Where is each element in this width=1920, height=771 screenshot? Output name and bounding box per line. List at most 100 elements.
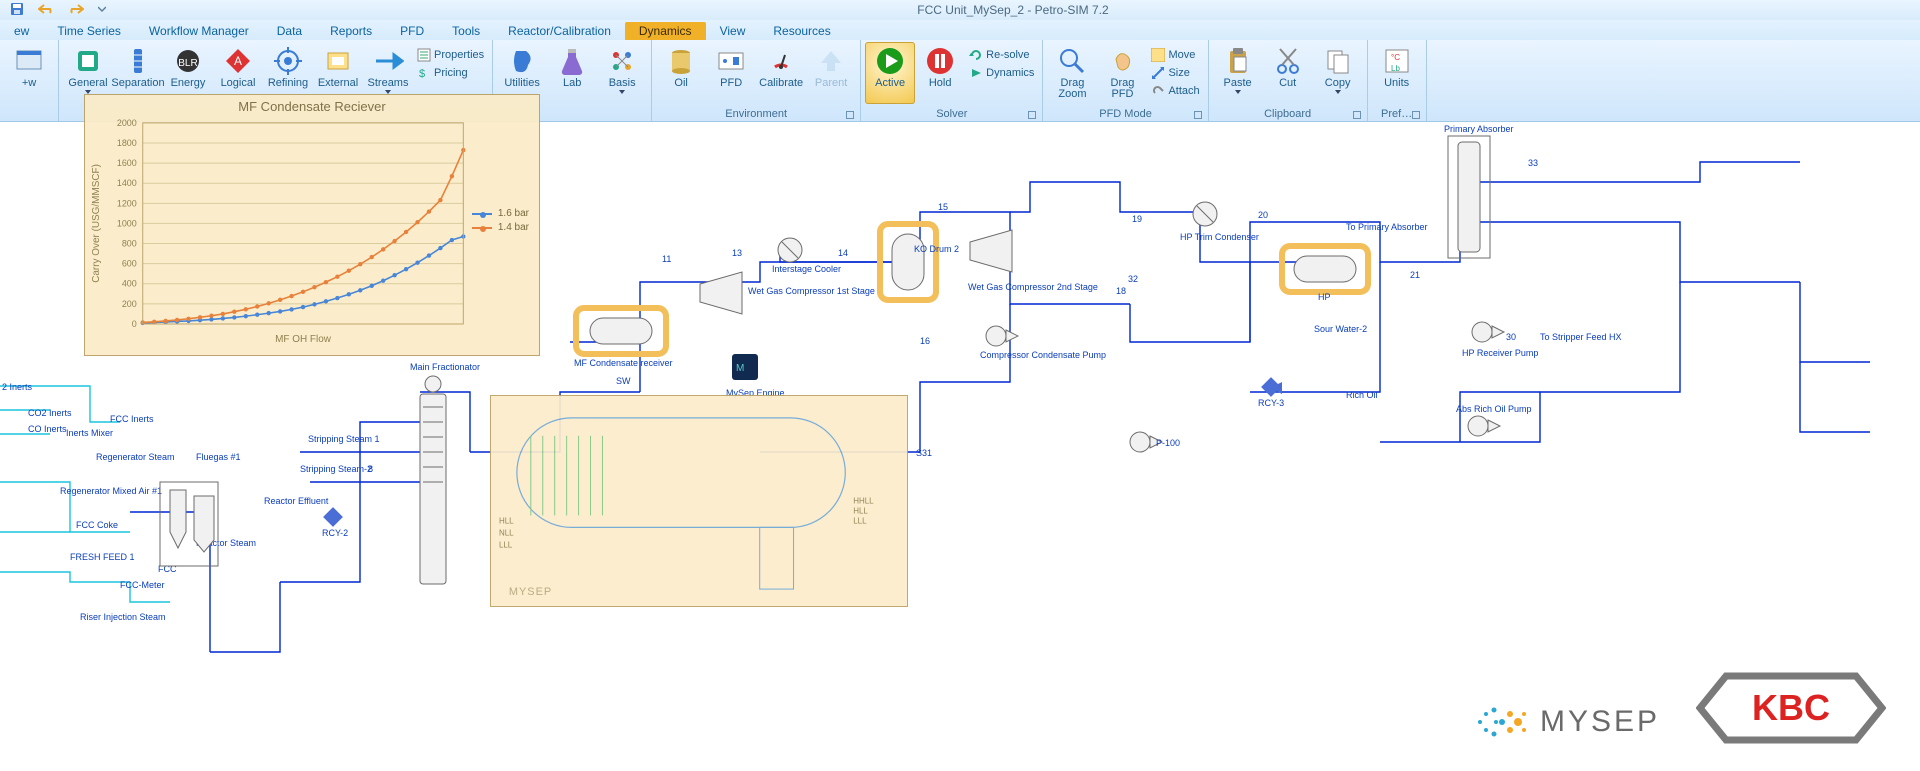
svg-text:Lb: Lb <box>1391 64 1400 73</box>
ribbon-lab-button[interactable]: Lab <box>547 42 597 104</box>
svg-text:RCY-2: RCY-2 <box>322 528 348 538</box>
ribbon-pfd-button[interactable]: PFD <box>706 42 756 104</box>
svg-text:Inerts Mixer: Inerts Mixer <box>66 428 113 438</box>
move-icon <box>1151 48 1165 62</box>
energy-icon: BLR <box>172 45 204 77</box>
pricing-icon: $ <box>417 66 431 80</box>
separation-icon <box>122 45 154 77</box>
kbc-logo: KBC <box>1696 668 1886 748</box>
svg-text:200: 200 <box>122 299 137 309</box>
svg-text:FRESH FEED 1: FRESH FEED 1 <box>70 552 135 562</box>
svg-text:Carry Over (USG/MMSCF): Carry Over (USG/MMSCF) <box>91 164 102 283</box>
ribbon-cut-button[interactable]: Cut <box>1263 42 1313 104</box>
svg-text:HP Receiver Pump: HP Receiver Pump <box>1462 348 1538 358</box>
ribbon-size-button[interactable]: Size <box>1147 64 1203 82</box>
svg-text:800: 800 <box>122 239 137 249</box>
svg-text:600: 600 <box>122 259 137 269</box>
svg-text:BLR: BLR <box>178 58 197 69</box>
svg-text:To Primary Absorber: To Primary Absorber <box>1346 222 1428 232</box>
ribbon-re-solve-button[interactable]: Re-solve <box>965 46 1038 64</box>
ribbon-pricing-button[interactable]: $Pricing <box>413 64 488 82</box>
re-solve-icon <box>969 48 983 62</box>
ribbon-move-button[interactable]: Move <box>1147 46 1203 64</box>
menu-tab-workflow-manager[interactable]: Workflow Manager <box>135 22 263 40</box>
-w-icon <box>13 45 45 77</box>
ribbon-basis-button[interactable]: Basis <box>597 42 647 104</box>
window-title: FCC Unit_MySep_2 - Petro-SIM 7.2 <box>106 3 1920 17</box>
ribbon-drag-pfd-button[interactable]: DragPFD <box>1097 42 1147 104</box>
svg-text:1800: 1800 <box>117 138 137 148</box>
menu-tab-reactor-calibration[interactable]: Reactor/Calibration <box>494 22 625 40</box>
svg-text:18: 18 <box>1116 286 1126 296</box>
menu-tab-time-series[interactable]: Time Series <box>43 22 135 40</box>
svg-text:MF OH Flow: MF OH Flow <box>275 334 332 345</box>
svg-text:15: 15 <box>938 202 948 212</box>
svg-text:°C: °C <box>1391 53 1400 62</box>
vessel-drawing-overlay: HLL NLL LLL HHLL HLL LLL MYSEP <box>490 395 908 607</box>
svg-text:16: 16 <box>920 336 930 346</box>
ribbon-hold-button[interactable]: Hold <box>915 42 965 104</box>
svg-text:Riser Injection Steam: Riser Injection Steam <box>80 612 166 622</box>
svg-text:Wet Gas Compressor 2nd Stage: Wet Gas Compressor 2nd Stage <box>968 282 1098 292</box>
svg-text:19: 19 <box>1132 214 1142 224</box>
svg-text:0: 0 <box>132 319 137 329</box>
svg-text:1600: 1600 <box>117 158 137 168</box>
oil-icon <box>665 45 697 77</box>
basis-icon <box>606 45 638 77</box>
svg-text:Fluegas #1: Fluegas #1 <box>196 452 241 462</box>
svg-text:Primary Absorber: Primary Absorber <box>1444 124 1514 134</box>
hold-icon <box>924 45 956 77</box>
external-icon <box>322 45 354 77</box>
svg-text:Abs Rich Oil Pump: Abs Rich Oil Pump <box>1456 404 1532 414</box>
paste-icon <box>1222 45 1254 77</box>
qat-dropdown-icon[interactable] <box>98 4 106 16</box>
ribbon-copy-button[interactable]: Copy <box>1313 42 1363 104</box>
svg-text:8: 8 <box>368 464 373 474</box>
ribbon-properties-button[interactable]: Properties <box>413 46 488 64</box>
ribbon-active-button[interactable]: Active <box>865 42 915 104</box>
svg-text:400: 400 <box>122 279 137 289</box>
svg-text:32: 32 <box>1128 274 1138 284</box>
ribbon--w-button[interactable]: +w <box>4 42 54 104</box>
svg-text:A: A <box>234 54 242 68</box>
dynamics-icon <box>969 66 983 80</box>
svg-text:FCC-Meter: FCC-Meter <box>120 580 165 590</box>
undo-icon[interactable] <box>38 3 54 18</box>
ribbon-dynamics-button[interactable]: Dynamics <box>965 64 1038 82</box>
menu-tab-view[interactable]: View <box>706 22 760 40</box>
ribbon-drag-zoom-button[interactable]: DragZoom <box>1047 42 1097 104</box>
menu-tab-ew[interactable]: ew <box>0 22 43 40</box>
refining-icon <box>272 45 304 77</box>
svg-text:Regenerator Steam: Regenerator Steam <box>96 452 175 462</box>
menu-tab-resources[interactable]: Resources <box>759 22 844 40</box>
menu-tab-reports[interactable]: Reports <box>316 22 386 40</box>
svg-text:HLL: HLL <box>499 516 514 525</box>
menu-tab-tools[interactable]: Tools <box>438 22 494 40</box>
svg-text:$: $ <box>419 68 425 80</box>
ribbon-parent-button[interactable]: Parent <box>806 42 856 104</box>
title-bar: FCC Unit_MySep_2 - Petro-SIM 7.2 <box>0 0 1920 20</box>
svg-text:Regenerator Mixed Air #1: Regenerator Mixed Air #1 <box>60 486 162 496</box>
svg-text:1400: 1400 <box>117 178 137 188</box>
menu-tab-pfd[interactable]: PFD <box>386 22 438 40</box>
menu-tab-data[interactable]: Data <box>263 22 316 40</box>
logical-icon: A <box>222 45 254 77</box>
svg-text:KBC: KBC <box>1752 687 1830 728</box>
ribbon-oil-button[interactable]: Oil <box>656 42 706 104</box>
svg-text:LLL: LLL <box>499 540 513 549</box>
svg-text:HHLL: HHLL <box>853 496 874 505</box>
svg-text:RCY-3: RCY-3 <box>1258 398 1284 408</box>
ribbon-paste-button[interactable]: Paste <box>1213 42 1263 104</box>
ribbon-calibrate-button[interactable]: Calibrate <box>756 42 806 104</box>
redo-icon[interactable] <box>68 3 84 18</box>
svg-text:HP: HP <box>1318 292 1331 302</box>
svg-text:1000: 1000 <box>117 218 137 228</box>
ribbon-attach-button[interactable]: Attach <box>1147 82 1203 100</box>
copy-icon <box>1322 45 1354 77</box>
save-icon[interactable] <box>10 2 24 19</box>
menu-tab-dynamics[interactable]: Dynamics <box>625 22 706 40</box>
svg-text:CO Inerts: CO Inerts <box>28 424 67 434</box>
svg-text:S31: S31 <box>916 448 932 458</box>
units-icon: °C Lb <box>1381 45 1413 77</box>
ribbon-units-button[interactable]: °CLbUnits <box>1372 42 1422 104</box>
